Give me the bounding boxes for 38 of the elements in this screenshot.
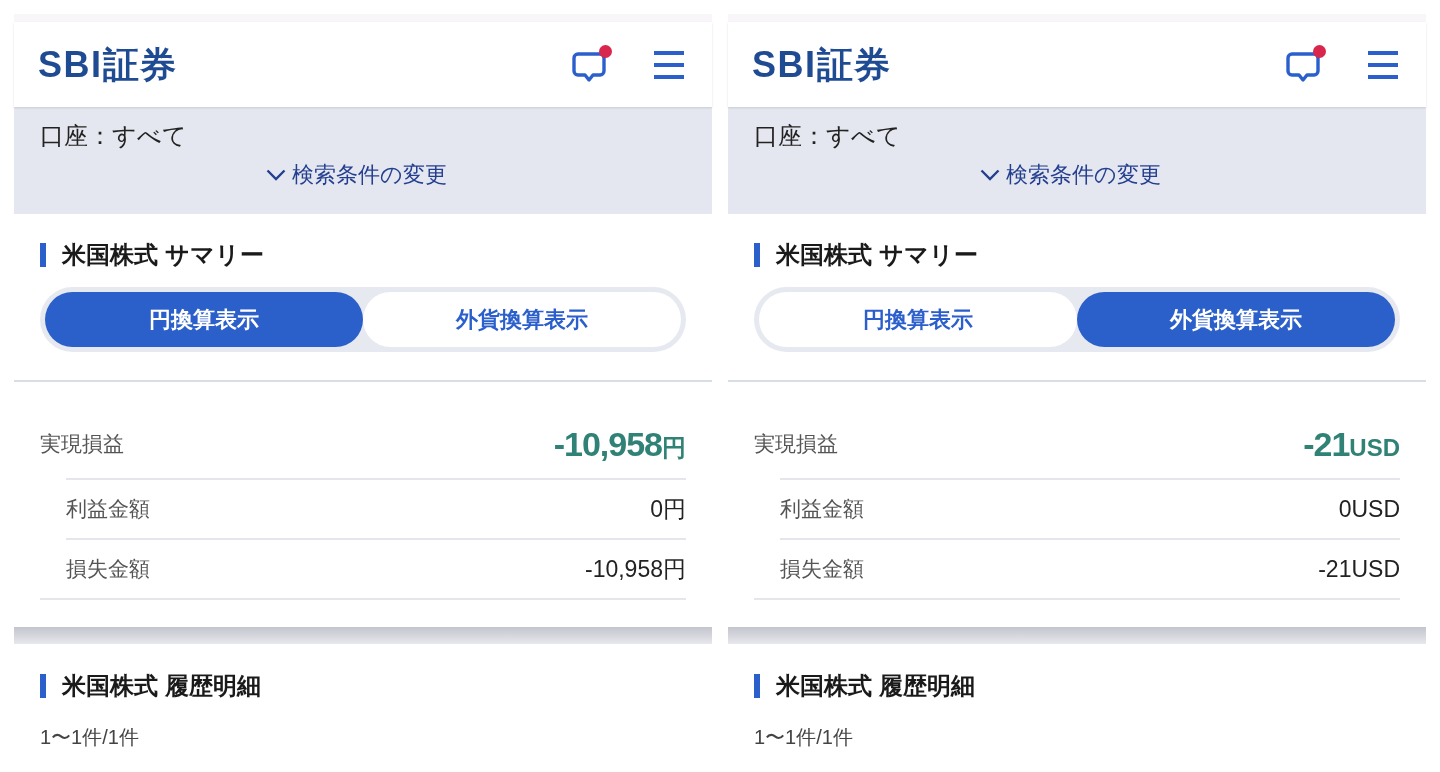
section-heading: 米国株式 履歴明細 [62,672,261,700]
row-label: 損失金額 [780,556,864,582]
heading-accent-bar [40,674,46,698]
account-filter-text: 口座：すべて [40,121,188,151]
display-tab[interactable]: 外貨換算表示 [1077,292,1395,347]
menu-icon[interactable] [654,50,684,79]
chevron-down-icon [979,169,1000,181]
heading-accent-bar [40,243,46,267]
brand-logo: SBI証券 [752,46,892,83]
row-value: -21USD [1318,555,1400,583]
realized-pl-value: -21USD [1303,424,1400,464]
row-label: 利益金額 [780,496,864,522]
section-heading: 米国株式 履歴明細 [776,672,975,700]
row-label: 実現損益 [754,431,838,457]
row-value: 0円 [650,494,686,524]
display-tab[interactable]: 外貨換算表示 [363,292,681,347]
row-label: 実現損益 [40,431,124,457]
row-label: 損失金額 [66,556,150,582]
realized-pl-value: -10,958円 [553,424,686,464]
section-heading: 米国株式 サマリー [62,241,264,269]
section-heading: 米国株式 サマリー [776,241,978,269]
heading-accent-bar [754,243,760,267]
chat-bubble-icon[interactable] [572,50,606,83]
display-tab[interactable]: 円換算表示 [759,292,1077,347]
row-label: 利益金額 [66,496,150,522]
account-filter-text: 口座：すべて [754,121,902,151]
result-count-text: 1〜1件/1件 [40,725,140,750]
row-value: -10,958円 [585,554,686,584]
display-tab[interactable]: 円換算表示 [45,292,363,347]
chat-bubble-icon[interactable] [1286,50,1320,83]
row-value: 0USD [1338,495,1400,523]
chevron-down-icon [265,169,286,181]
change-search-conditions-link[interactable]: 検索条件の変更 [979,161,1161,189]
menu-icon[interactable] [1368,50,1398,79]
result-count-text: 1〜1件/1件 [754,725,854,750]
change-search-conditions-link[interactable]: 検索条件の変更 [265,161,447,189]
brand-logo: SBI証券 [38,46,178,83]
heading-accent-bar [754,674,760,698]
